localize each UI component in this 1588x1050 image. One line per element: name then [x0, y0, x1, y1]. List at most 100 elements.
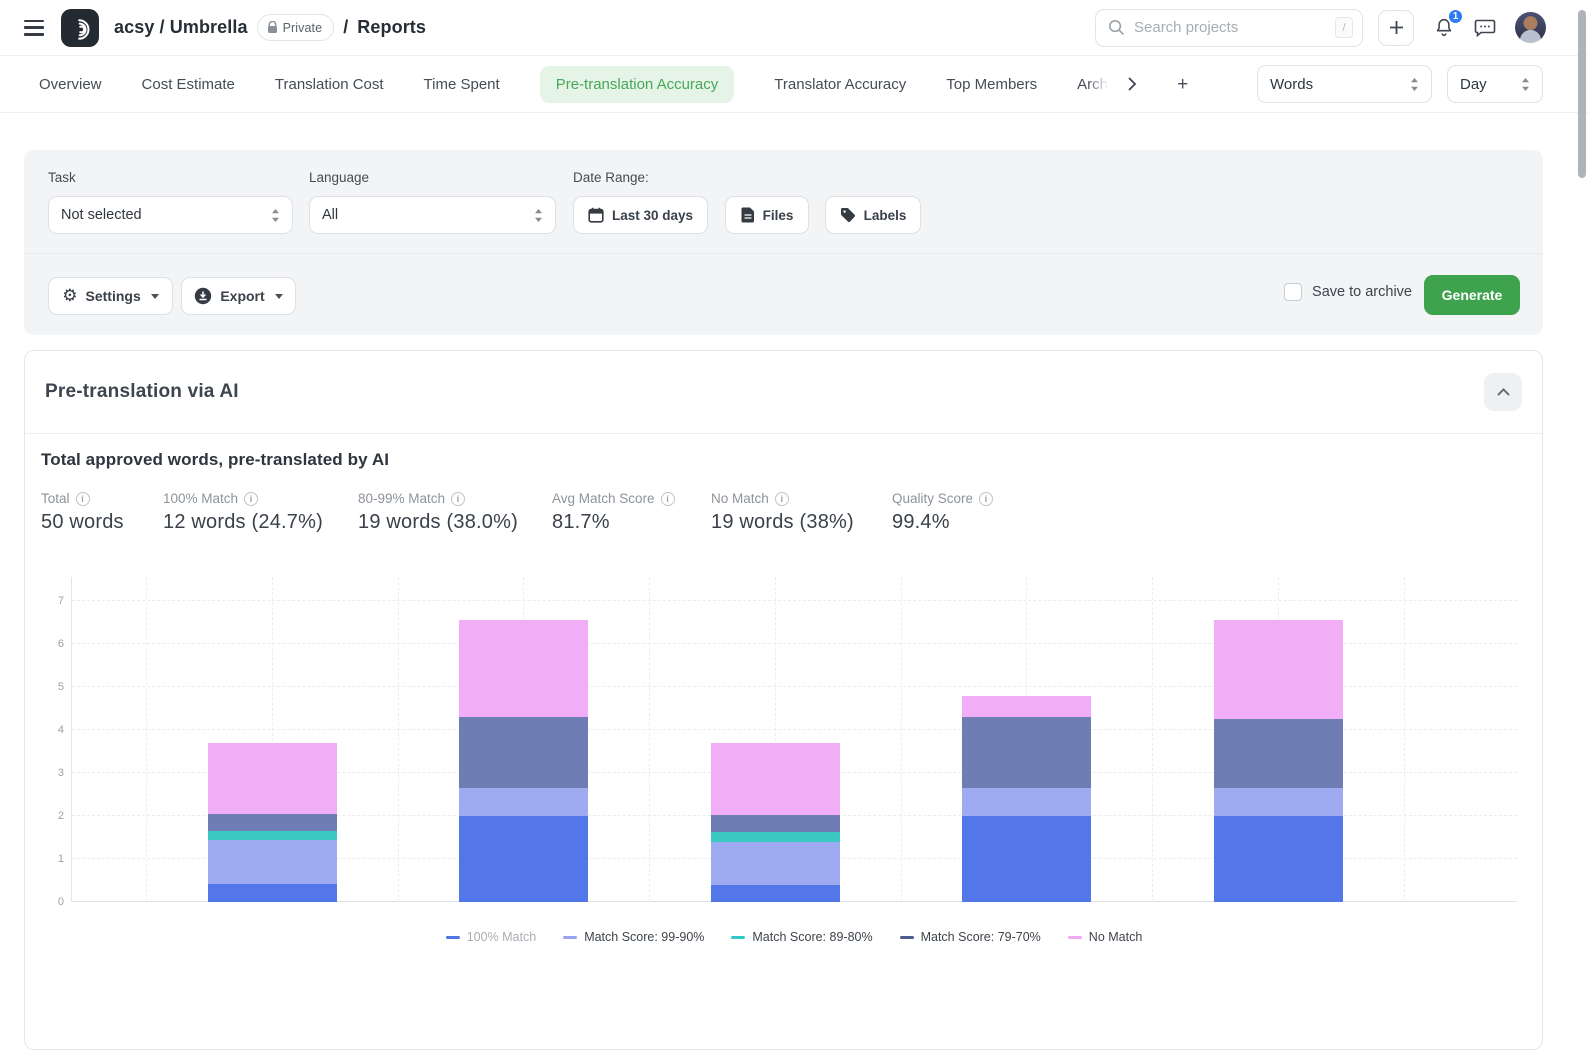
bar-segment	[1214, 620, 1343, 719]
info-icon[interactable]	[979, 492, 993, 506]
save-to-archive-label: Save to archive	[1312, 284, 1412, 300]
y-axis-tick-label: 1	[42, 853, 64, 865]
reports-tabbar: Overview Cost Estimate Translation Cost Tim…	[0, 56, 1588, 113]
stacked-bar	[962, 696, 1091, 902]
report-section-title: Pre-translation via AI	[45, 381, 239, 403]
search-input[interactable]	[1134, 19, 1326, 36]
legend-item[interactable]: 100% Match	[446, 930, 536, 944]
generate-button[interactable]: Generate	[1424, 275, 1520, 315]
user-avatar[interactable]	[1515, 12, 1546, 43]
export-button[interactable]: Export	[181, 277, 296, 315]
info-icon[interactable]	[775, 492, 789, 506]
stat-value: 19 words (38%)	[711, 511, 854, 534]
search-box[interactable]: /	[1095, 9, 1363, 47]
stat-label-text: 100% Match	[163, 491, 238, 506]
stat-value: 50 words	[41, 511, 124, 534]
y-axis-tick-label: 6	[42, 638, 64, 650]
collapse-section-button[interactable]	[1484, 373, 1522, 411]
stat-label: 100% Match	[163, 491, 323, 506]
stats-row: Total50 words100% Match12 words (24.7%)8…	[41, 491, 1526, 541]
bar-segment	[208, 831, 337, 840]
settings-button-label: Settings	[86, 288, 141, 304]
legend-item[interactable]: No Match	[1068, 930, 1143, 944]
legend-swatch	[446, 936, 460, 939]
info-icon[interactable]	[244, 492, 258, 506]
chart-plot: 01234567	[71, 577, 1517, 902]
search-icon	[1108, 19, 1125, 36]
download-circle-icon	[194, 287, 212, 305]
period-select-value: Day	[1460, 76, 1487, 93]
date-range-button[interactable]: Last 30 days	[573, 196, 708, 234]
x-gridline	[649, 577, 650, 902]
privacy-badge: Private	[257, 14, 335, 41]
stat-label-text: Quality Score	[892, 491, 973, 506]
bar-segment	[459, 816, 588, 902]
menu-icon[interactable]	[24, 20, 44, 36]
legend-item[interactable]: Match Score: 89-80%	[731, 930, 872, 944]
create-project-button[interactable]	[1378, 10, 1414, 46]
tab-translation-cost[interactable]: Translation Cost	[275, 76, 384, 93]
y-axis-tick-label: 5	[42, 681, 64, 693]
stat-label-text: 80-99% Match	[358, 491, 445, 506]
period-select[interactable]: Day	[1447, 65, 1543, 103]
stat-label-text: Total	[41, 491, 70, 506]
breadcrumb-project[interactable]: acsy / Umbrella	[114, 17, 248, 38]
stat-label: 80-99% Match	[358, 491, 518, 506]
messages-button[interactable]	[1474, 18, 1496, 38]
settings-button[interactable]: ⚙ Settings	[48, 277, 173, 315]
tab-pre-translation-accuracy[interactable]: Pre-translation Accuracy	[540, 66, 735, 103]
bar-segment	[1214, 816, 1343, 902]
notifications-button[interactable]: 1	[1433, 16, 1455, 39]
tag-icon	[840, 207, 856, 223]
scrollbar-thumb[interactable]	[1578, 10, 1586, 178]
caret-down-icon	[151, 294, 159, 299]
chevron-up-down-icon	[1410, 77, 1419, 92]
tab-label: Time Spent	[424, 76, 500, 93]
save-to-archive-checkbox[interactable]	[1284, 283, 1302, 301]
tab-translator-accuracy[interactable]: Translator Accuracy	[774, 76, 906, 93]
bar-segment	[459, 717, 588, 788]
info-icon[interactable]	[76, 492, 90, 506]
legend-item[interactable]: Match Score: 99-90%	[563, 930, 704, 944]
stat-value: 81.7%	[552, 511, 675, 534]
unit-select-value: Words	[1270, 76, 1313, 93]
files-button[interactable]: Files	[725, 196, 809, 234]
labels-button[interactable]: Labels	[825, 196, 921, 234]
tabs: Overview Cost Estimate Translation Cost Tim…	[39, 66, 1110, 103]
info-icon[interactable]	[661, 492, 675, 506]
stat-label-text: No Match	[711, 491, 769, 506]
unit-select[interactable]: Words	[1257, 65, 1432, 103]
tab-label: Cost Estimate	[142, 76, 235, 93]
language-select[interactable]: All	[309, 196, 556, 234]
caret-down-icon	[275, 294, 283, 299]
search-shortcut-hint: /	[1335, 17, 1353, 38]
task-label: Task	[48, 170, 76, 185]
tab-label: Pre-translation Accuracy	[556, 76, 719, 93]
chevron-right-icon	[1128, 77, 1137, 91]
tabs-scroll-right-button[interactable]	[1128, 77, 1137, 91]
save-to-archive-field: Save to archive	[1284, 283, 1412, 301]
app-logo-icon[interactable]	[61, 9, 99, 47]
tab-overview[interactable]: Overview	[39, 76, 102, 93]
y-axis-tick-label: 3	[42, 767, 64, 779]
add-report-tab-button[interactable]: +	[1177, 75, 1188, 94]
bar-segment	[962, 696, 1091, 718]
tab-time-spent[interactable]: Time Spent	[424, 76, 500, 93]
x-gridline	[146, 577, 147, 902]
chart-subtitle: Total approved words, pre-translated by …	[41, 450, 1526, 470]
bar-segment	[208, 840, 337, 884]
legend-item[interactable]: Match Score: 79-70%	[900, 930, 1041, 944]
task-select[interactable]: Not selected	[48, 196, 293, 234]
y-axis-tick-label: 4	[42, 724, 64, 736]
calendar-icon	[588, 207, 604, 223]
tab-top-members[interactable]: Top Members	[946, 76, 1037, 93]
tab-cost-estimate[interactable]: Cost Estimate	[142, 76, 235, 93]
tab-arch[interactable]: Arch	[1077, 76, 1110, 93]
files-button-label: Files	[763, 208, 794, 223]
report-card-header: Pre-translation via AI	[25, 351, 1542, 434]
info-icon[interactable]	[451, 492, 465, 506]
y-axis-tick-label: 7	[42, 595, 64, 607]
filter-divider	[24, 253, 1543, 254]
language-label: Language	[309, 170, 369, 185]
bar-segment	[1214, 719, 1343, 788]
